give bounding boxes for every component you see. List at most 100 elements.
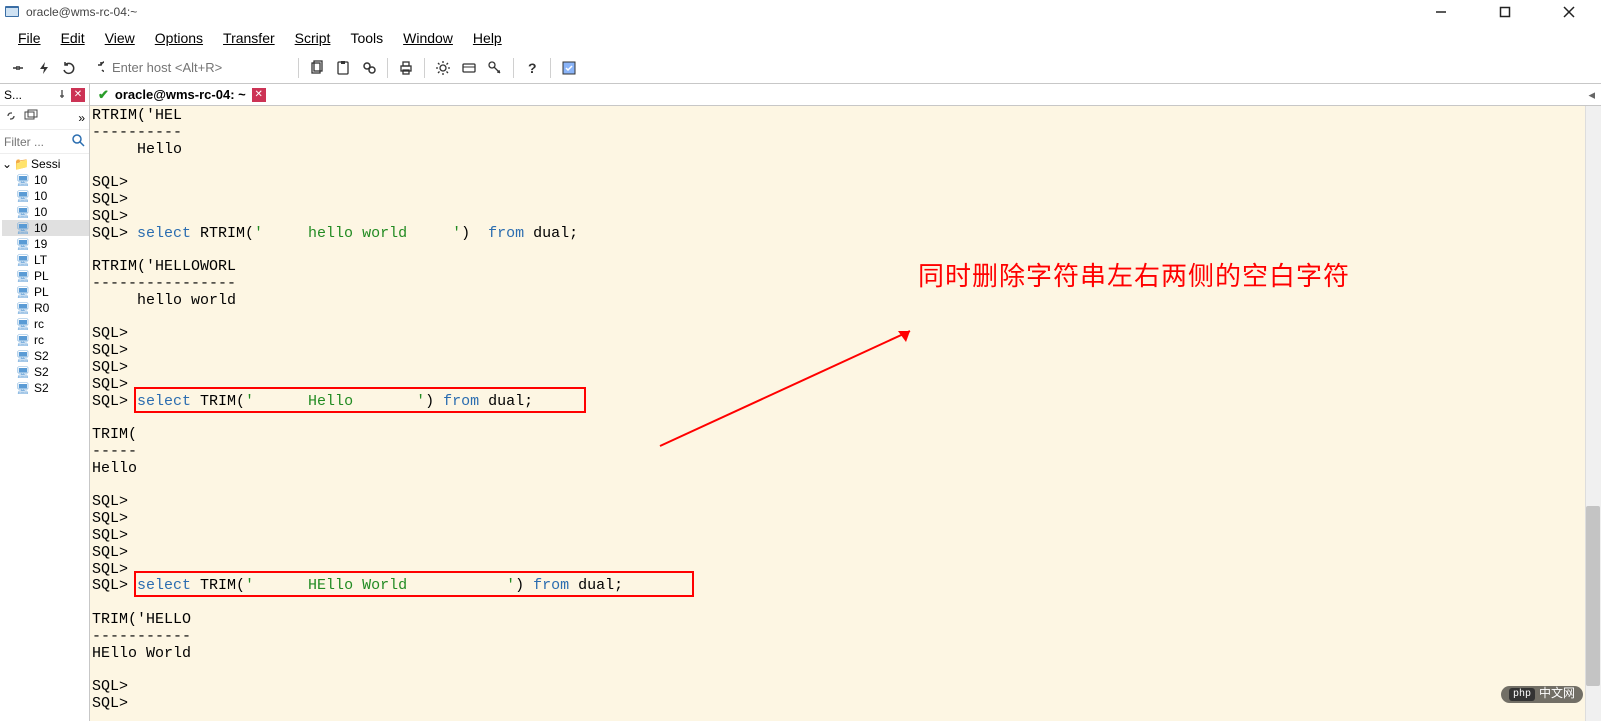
tree-item[interactable]: 🖥LT	[2, 252, 89, 268]
tab-active[interactable]: ✔ oracle@wms-rc-04: ~ ✕	[90, 84, 274, 105]
terminal-line: TRIM('HELLO	[92, 612, 1599, 629]
terminal-line: SQL>	[92, 696, 1599, 713]
find-icon[interactable]	[357, 56, 381, 80]
tree-item[interactable]: 🖥 10	[2, 172, 89, 188]
key-icon[interactable]	[483, 56, 507, 80]
scrollbar-thumb[interactable]	[1586, 506, 1600, 686]
tree-item[interactable]: 🖥PL	[2, 268, 89, 284]
terminal-line	[92, 410, 1599, 427]
title-bar: oracle@wms-rc-04:~	[0, 0, 1601, 24]
toolbar-separator	[550, 58, 551, 78]
panel-close-icon[interactable]: ✕	[71, 88, 85, 102]
session-icon: 🖥	[16, 302, 30, 315]
terminal-line	[92, 242, 1599, 259]
terminal-line: SQL>	[92, 343, 1599, 360]
menu-tools[interactable]: Tools	[340, 27, 393, 49]
tree-item-label: 19	[34, 237, 47, 251]
misc-icon[interactable]	[557, 56, 581, 80]
session-icon: 🖥	[16, 254, 30, 267]
settings-icon[interactable]	[431, 56, 455, 80]
quick-connect-icon[interactable]	[32, 56, 56, 80]
tree-item[interactable]: 🖥 rc	[2, 316, 89, 332]
tab-close-icon[interactable]: ✕	[252, 88, 266, 102]
terminal-line: SQL>	[92, 192, 1599, 209]
paste-icon[interactable]	[331, 56, 355, 80]
tree-item[interactable]: 🖥PL	[2, 284, 89, 300]
menu-script[interactable]: Script	[285, 27, 341, 49]
tree-item-label: PL	[34, 285, 49, 299]
terminal-line: RTRIM('HEL	[92, 108, 1599, 125]
menu-help[interactable]: Help	[463, 27, 512, 49]
link-icon[interactable]	[4, 109, 18, 126]
menu-options[interactable]: Options	[145, 27, 213, 49]
pin-icon[interactable]	[57, 88, 67, 102]
tree-item[interactable]: 🖥S2	[2, 364, 89, 380]
tree-item-label: R0	[34, 301, 49, 315]
connect-icon[interactable]	[6, 56, 30, 80]
tree-item-label: rc	[34, 317, 44, 331]
toolbar-separator	[513, 58, 514, 78]
more-icon[interactable]: »	[78, 111, 85, 125]
tree-item-label: 10	[34, 173, 47, 187]
disconnect-icon[interactable]	[84, 56, 108, 80]
panel-toolbar: »	[0, 106, 89, 130]
session-icon: 🖥	[16, 334, 30, 347]
help-icon[interactable]: ?	[520, 56, 544, 80]
tree-item[interactable]: 🖥S2	[2, 380, 89, 396]
session-icon: 🖥	[16, 318, 30, 331]
minimize-button[interactable]	[1421, 1, 1461, 23]
tree-item[interactable]: 🖥19	[2, 236, 89, 252]
terminal-line: TRIM(	[92, 427, 1599, 444]
session-icon: 🖥	[16, 382, 30, 395]
session-tree[interactable]: ⌄ 📁 Sessi 🖥10🖥10🖥10🖥10🖥19🖥LT🖥PL🖥PL🖥R0🖥rc…	[0, 154, 89, 721]
terminal-line: SQL>	[92, 511, 1599, 528]
terminal-line: SQL>	[92, 175, 1599, 192]
tree-item-label: 10	[34, 205, 47, 219]
filter-input[interactable]	[4, 135, 71, 149]
reconnect-icon[interactable]	[58, 56, 82, 80]
toolbar-separator	[298, 58, 299, 78]
tree-root[interactable]: ⌄ 📁 Sessi	[2, 156, 89, 172]
copy-icon[interactable]	[305, 56, 329, 80]
tree-item[interactable]: 🖥 R0	[2, 300, 89, 316]
session-icon: 🖥	[16, 174, 30, 187]
menu-edit[interactable]: Edit	[51, 27, 95, 49]
session-icon: 🖥	[16, 206, 30, 219]
terminal-line: SQL>	[92, 679, 1599, 696]
toolbar-separator	[424, 58, 425, 78]
folder-icon: 📁	[14, 157, 29, 171]
tree-item-label: 10	[34, 189, 47, 203]
scrollbar[interactable]	[1585, 106, 1601, 721]
terminal-line: Hello	[92, 461, 1599, 478]
menu-file[interactable]: File	[8, 27, 51, 49]
session-icon: 🖥	[16, 190, 30, 203]
panel-header: S... ✕	[0, 84, 89, 106]
maximize-button[interactable]	[1485, 1, 1525, 23]
chevron-down-icon: ⌄	[2, 157, 12, 171]
tree-item-label: S2	[34, 365, 49, 379]
check-icon: ✔	[98, 87, 109, 103]
tree-item[interactable]: 🖥rc	[2, 332, 89, 348]
terminal-line: Hello	[92, 142, 1599, 159]
host-input[interactable]	[110, 57, 292, 79]
tree-item[interactable]: 🖥 10	[2, 204, 89, 220]
window-title: oracle@wms-rc-04:~	[26, 5, 1421, 19]
tab-overflow-icon[interactable]: ◂	[1582, 87, 1601, 103]
terminal-line: hello world	[92, 293, 1599, 310]
print-icon[interactable]	[394, 56, 418, 80]
terminal-output[interactable]: RTRIM('HEL---------- Hello SQL>SQL>SQL>S…	[90, 106, 1601, 721]
search-icon[interactable]	[71, 133, 85, 150]
new-window-icon[interactable]	[24, 109, 38, 126]
terminal-line: SQL>	[92, 528, 1599, 545]
terminal-line: SQL> select TRIM(' Hello ') from dual;	[92, 394, 1599, 411]
tree-item[interactable]: 🖥 10	[2, 188, 89, 204]
tree-item[interactable]: 🖥10	[2, 220, 89, 236]
menu-transfer[interactable]: Transfer	[213, 27, 285, 49]
terminal-line: -----	[92, 444, 1599, 461]
close-button[interactable]	[1549, 1, 1589, 23]
menu-view[interactable]: View	[95, 27, 145, 49]
tree-item-label: PL	[34, 269, 49, 283]
session-options-icon[interactable]	[457, 56, 481, 80]
menu-window[interactable]: Window	[393, 27, 463, 49]
tree-item[interactable]: 🖥S2	[2, 348, 89, 364]
